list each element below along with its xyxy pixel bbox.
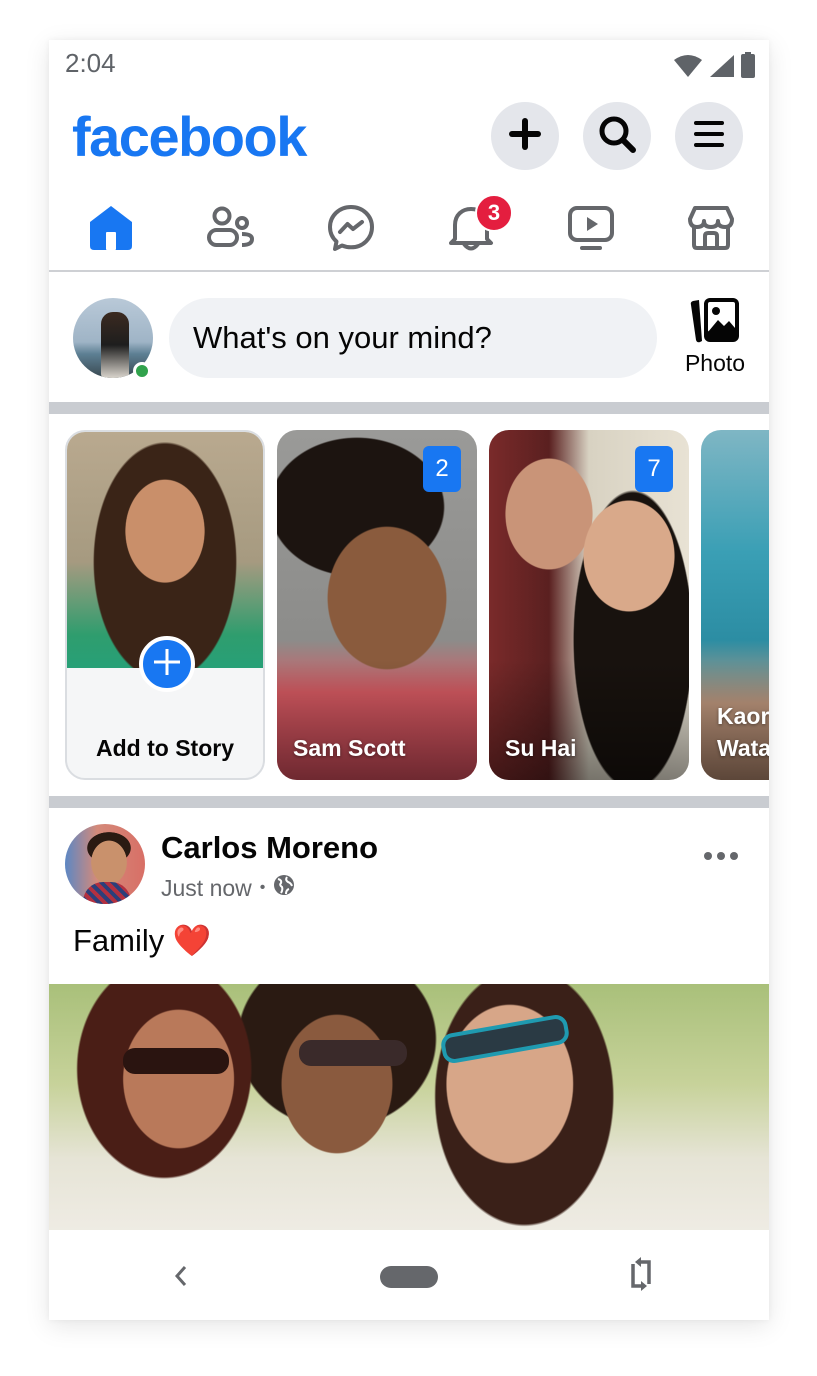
add-story-button[interactable] — [139, 636, 195, 692]
tab-messenger[interactable] — [291, 190, 411, 270]
post-caption: Family — [73, 923, 165, 958]
post-author-name[interactable]: Carlos Moreno — [161, 830, 378, 866]
section-divider — [49, 796, 769, 808]
rotate-icon — [629, 1256, 653, 1297]
story-count-badge: 7 — [635, 446, 673, 492]
battery-icon — [741, 52, 755, 83]
back-icon — [173, 1264, 189, 1293]
story-card-su-hai[interactable]: 7 Su Hai — [489, 430, 689, 780]
wifi-icon — [673, 54, 703, 83]
whats-on-your-mind-input[interactable]: What's on your mind? — [169, 298, 657, 378]
section-divider — [49, 402, 769, 414]
globe-icon[interactable] — [273, 874, 295, 902]
status-time: 2:04 — [65, 48, 116, 78]
video-icon — [567, 205, 615, 256]
plus-icon — [154, 648, 180, 680]
cellular-signal-icon — [709, 54, 735, 83]
photo-label: Photo — [684, 350, 746, 376]
story-card-partial[interactable]: Kaor Wata — [701, 430, 769, 780]
tab-watch[interactable] — [531, 190, 651, 270]
heart-emoji: ❤️ — [172, 923, 212, 958]
tab-home[interactable] — [51, 190, 171, 270]
online-status-indicator — [133, 362, 151, 380]
hamburger-menu-icon — [694, 120, 724, 153]
story-name-line1: Kaor — [717, 703, 769, 729]
home-icon — [87, 204, 135, 257]
status-bar: 2:04 — [49, 40, 769, 88]
system-navigation-bar — [49, 1230, 769, 1320]
tab-notifications[interactable]: 3 — [411, 190, 531, 270]
photo-detail — [299, 1040, 407, 1066]
search-button[interactable] — [583, 102, 651, 170]
add-to-story-label: Add to Story — [96, 735, 234, 761]
system-back-button[interactable] — [159, 1256, 203, 1300]
photo-icon — [689, 296, 741, 349]
my-story-photo — [67, 432, 263, 668]
home-pill-icon — [380, 1266, 438, 1288]
more-dot — [717, 852, 725, 860]
stories-carousel[interactable]: Add to Story 2 Sam Scott 7 Su Hai Kaor W… — [49, 414, 769, 796]
tab-friends[interactable] — [171, 190, 291, 270]
marketplace-icon — [687, 205, 735, 256]
plus-icon — [508, 117, 542, 156]
story-card-sam-scott[interactable]: 2 Sam Scott — [277, 430, 477, 780]
messenger-icon — [326, 203, 376, 258]
story-author-name: Su Hai — [505, 735, 577, 761]
notification-badge: 3 — [475, 194, 513, 232]
story-count-badge: 2 — [423, 446, 461, 492]
feed-post: Carlos Moreno Just now • Family ❤️ — [49, 808, 769, 1234]
photo-detail — [439, 1013, 571, 1065]
story-author-name: Sam Scott — [293, 735, 406, 761]
create-button[interactable] — [491, 102, 559, 170]
photo-detail — [123, 1048, 229, 1074]
facebook-logo[interactable]: facebook — [72, 104, 307, 169]
meta-separator: • — [259, 879, 266, 896]
post-photo[interactable] — [49, 984, 769, 1234]
story-author-name: Kaor Wata — [717, 700, 769, 764]
story-name-line2: Wata — [717, 735, 769, 761]
post-more-options-button[interactable] — [697, 840, 745, 872]
post-text: Family ❤️ — [73, 922, 212, 959]
phone-screen: 2:04 facebook 3 What's on your mind? Pho… — [49, 40, 769, 1320]
post-composer: What's on your mind? Photo — [49, 274, 769, 402]
status-icons — [673, 52, 755, 83]
more-dot — [730, 852, 738, 860]
post-author-avatar[interactable] — [65, 824, 145, 904]
app-header: facebook — [49, 98, 769, 174]
search-icon — [597, 114, 637, 159]
post-timestamp[interactable]: Just now — [161, 875, 252, 902]
add-to-story-card[interactable]: Add to Story — [65, 430, 265, 780]
friends-icon — [206, 206, 256, 255]
more-dot — [704, 852, 712, 860]
post-meta: Just now • — [161, 874, 295, 902]
system-home-button[interactable] — [377, 1264, 441, 1290]
system-rotate-button[interactable] — [619, 1254, 663, 1298]
photo-button[interactable]: Photo — [675, 296, 755, 384]
menu-button[interactable] — [675, 102, 743, 170]
tab-marketplace[interactable] — [651, 190, 769, 270]
main-tab-bar: 3 — [49, 190, 769, 272]
